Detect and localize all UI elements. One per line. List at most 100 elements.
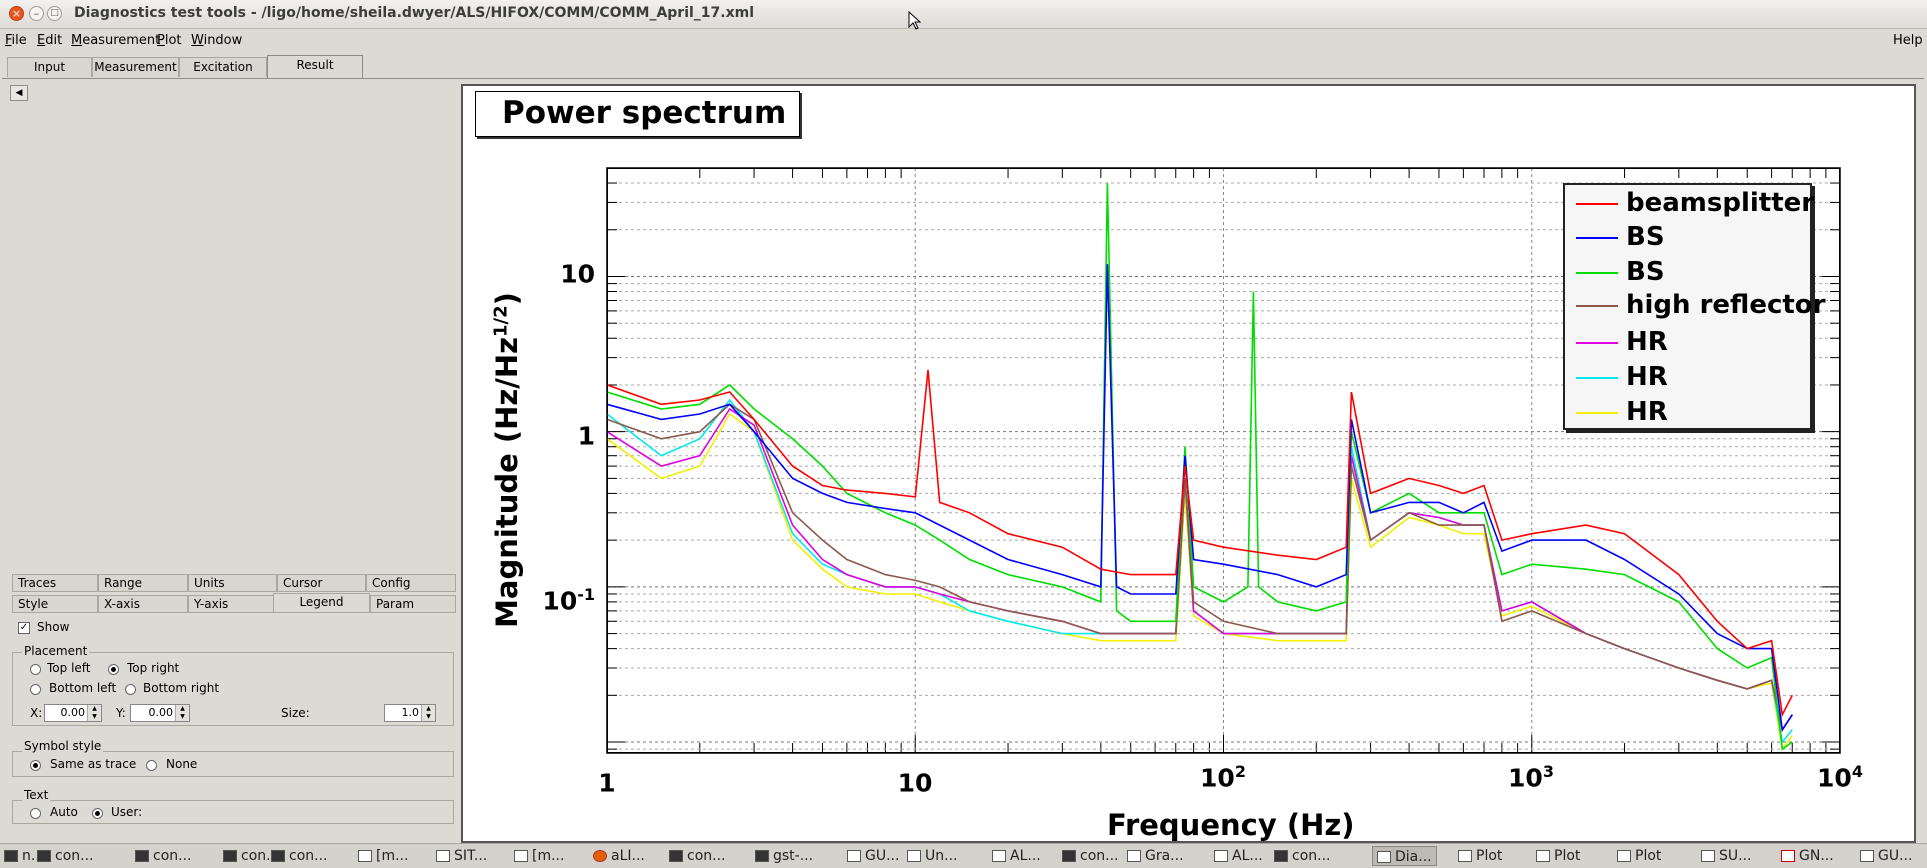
x-tick-label: 104	[1817, 762, 1863, 793]
window-icon	[358, 850, 372, 862]
window-icon	[1377, 851, 1391, 863]
taskbar-item[interactable]: SU...	[1697, 846, 1755, 866]
taskbar-item-label: SU...	[1719, 848, 1752, 864]
terminal-icon	[1274, 850, 1288, 862]
taskbar-item-label: aLI...	[611, 848, 645, 864]
legend-swatch	[1576, 377, 1618, 379]
taskbar-item[interactable]: Plot	[1532, 846, 1584, 866]
legend-label: HR	[1626, 327, 1668, 357]
legend-swatch	[1576, 203, 1618, 205]
legend-swatch	[1576, 237, 1618, 239]
window-icon	[1127, 850, 1141, 862]
taskbar-item-label: con...	[153, 848, 192, 864]
series-line	[606, 398, 1793, 744]
pdf-icon	[1781, 850, 1795, 862]
taskbar-item[interactable]: Gra...	[1123, 846, 1188, 866]
legend-swatch	[1576, 412, 1618, 414]
window-icon	[992, 850, 1006, 862]
taskbar-item-label: Plot	[1476, 848, 1503, 864]
taskbar-item-label: Gra...	[1145, 848, 1184, 864]
taskbar-item-label: GU...	[865, 848, 900, 864]
legend-label: BS	[1626, 257, 1665, 287]
window-icon	[847, 850, 861, 862]
x-tick-label: 10	[897, 768, 933, 798]
taskbar-item[interactable]: Plot	[1613, 846, 1665, 866]
taskbar-item[interactable]: GN...	[1777, 846, 1838, 866]
terminal-icon	[135, 850, 149, 862]
terminal-icon	[755, 850, 769, 862]
taskbar-item-label: Un...	[925, 848, 958, 864]
taskbar-item-label: gst-...	[773, 848, 814, 864]
legend-swatch	[1576, 272, 1618, 274]
legend-entry: HR	[1565, 362, 1810, 392]
terminal-icon	[1062, 850, 1076, 862]
taskbar-item[interactable]: AL...	[1210, 846, 1267, 866]
legend-entry: HR	[1565, 397, 1810, 427]
taskbar-item[interactable]: aLI...	[589, 846, 649, 866]
taskbar-item[interactable]: Plot	[1454, 846, 1506, 866]
window-icon	[1617, 850, 1631, 862]
legend-label: BS	[1626, 222, 1665, 252]
taskbar-item-label: Plot	[1554, 848, 1581, 864]
taskbar-item-label: Plot	[1635, 848, 1662, 864]
y-tick-label: 10	[560, 259, 595, 289]
terminal-icon	[271, 850, 285, 862]
taskbar-item[interactable]: con...	[131, 846, 196, 866]
window-icon	[1701, 850, 1715, 862]
taskbar-item[interactable]: GU...	[843, 846, 903, 866]
x-tick-label: 1	[598, 768, 616, 798]
window-icon	[436, 850, 450, 862]
taskbar-item[interactable]: Dia...	[1372, 846, 1437, 866]
window-icon	[1214, 850, 1228, 862]
taskbar-item[interactable]: Un...	[903, 846, 961, 866]
terminal-icon	[4, 850, 18, 862]
taskbar-item-label: con...	[289, 848, 328, 864]
taskbar-item[interactable]: con...	[1270, 846, 1335, 866]
y-axis-label: Magnitude (Hz/Hz1/2)	[490, 292, 524, 628]
legend-label: high reflector	[1626, 290, 1826, 320]
taskbar-item-label: GU...	[1878, 848, 1913, 864]
taskbar-item-label: AL...	[1232, 848, 1263, 864]
terminal-icon	[37, 850, 51, 862]
window-icon	[1860, 850, 1874, 862]
legend-label: HR	[1626, 362, 1668, 392]
taskbar-item[interactable]: con...	[267, 846, 332, 866]
taskbar-item[interactable]: [m...	[510, 846, 568, 866]
legend-label: HR	[1626, 397, 1668, 427]
taskbar-item[interactable]: con...	[33, 846, 98, 866]
taskbar: n... con... con... con... con... [m... SIT...[…	[0, 843, 1927, 868]
y-tick-label: 10-1	[542, 585, 595, 616]
taskbar-item[interactable]: con...	[665, 846, 730, 866]
taskbar-item[interactable]: SIT...	[432, 846, 491, 866]
legend-entry: BS	[1565, 222, 1810, 252]
taskbar-item-label: SIT...	[454, 848, 488, 864]
taskbar-item-label: [m...	[376, 848, 409, 864]
plot-legend: beamsplitter BS BS high reflector HR HR …	[1563, 183, 1825, 430]
taskbar-item[interactable]: [m...	[354, 846, 412, 866]
window-icon	[514, 850, 528, 862]
x-tick-label: 102	[1200, 762, 1246, 793]
taskbar-item-label: con...	[687, 848, 726, 864]
window-icon	[1536, 850, 1550, 862]
window-icon	[907, 850, 921, 862]
legend-label: beamsplitter	[1626, 188, 1815, 218]
firefox-icon	[593, 850, 607, 862]
taskbar-item[interactable]: con...	[1058, 846, 1123, 866]
legend-swatch	[1576, 342, 1618, 344]
y-tick-label: 1	[577, 421, 595, 451]
taskbar-item[interactable]: gst-...	[751, 846, 817, 866]
taskbar-item-label: con...	[1292, 848, 1331, 864]
taskbar-item-label: GN...	[1799, 848, 1834, 864]
taskbar-item-label: con...	[55, 848, 94, 864]
terminal-icon	[669, 850, 683, 862]
legend-entry: BS	[1565, 257, 1810, 287]
series-line	[606, 403, 1793, 732]
legend-entry: HR	[1565, 327, 1810, 357]
legend-entry: beamsplitter	[1565, 188, 1814, 218]
taskbar-item[interactable]: AL...	[988, 846, 1045, 866]
taskbar-item[interactable]: GU...	[1856, 846, 1916, 866]
taskbar-item-label: Dia...	[1395, 849, 1432, 865]
taskbar-item-label: [m...	[532, 848, 565, 864]
terminal-icon	[223, 850, 237, 862]
x-axis-label: Frequency (Hz)	[1107, 808, 1355, 842]
